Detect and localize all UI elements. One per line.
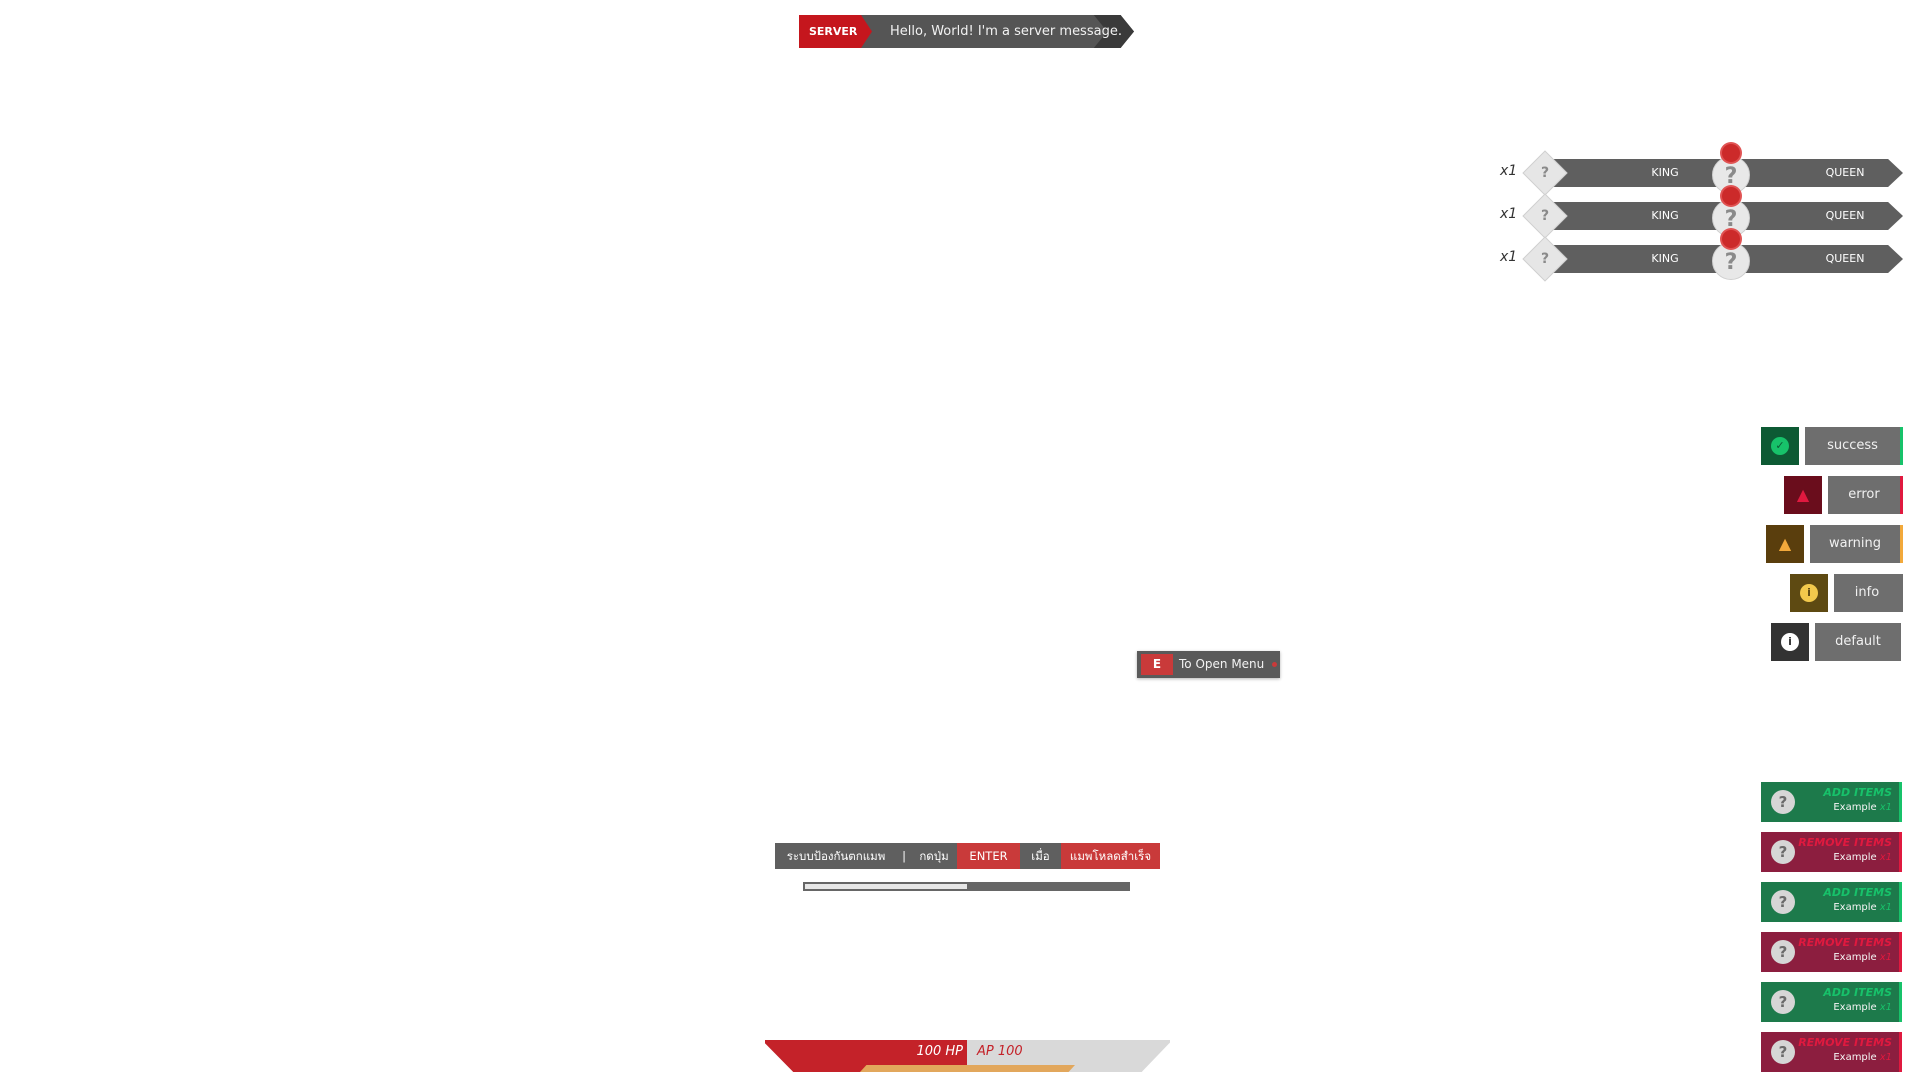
notification-label: success	[1805, 427, 1900, 465]
notification-label: default	[1815, 623, 1901, 661]
item-action: ADD ITEMS	[1823, 886, 1892, 899]
map-loading-banner: ระบบป้องกันตกแมพ | กดปุ่ม ENTER เมื่อ แม…	[775, 843, 1160, 869]
item-name: Example	[1833, 1052, 1877, 1063]
killer-name: KING	[1651, 166, 1679, 179]
remove-item-notification: ? REMOVE ITEMS Example x1	[1761, 832, 1902, 872]
item-detail: Example x1	[1833, 852, 1892, 863]
kill-count: x1	[1500, 163, 1518, 179]
item-quantity: x1	[1879, 852, 1892, 863]
info-circle-icon: i	[1771, 623, 1809, 661]
notification-accent	[1900, 427, 1903, 465]
kill-feed-row: x1 ? KING ? QUEEN	[1500, 187, 1905, 239]
notification-accent	[1900, 574, 1903, 612]
item-icon: ?	[1771, 990, 1795, 1014]
server-message-text: Hello, World! I'm a server message.	[890, 24, 1122, 39]
interaction-hint: E To Open Menu	[1137, 651, 1280, 678]
weapon-icon: ?	[1522, 236, 1568, 282]
notification-label: error	[1828, 476, 1900, 514]
weapon-icon: ?	[1522, 150, 1568, 196]
key-prompt: E	[1141, 654, 1173, 675]
notification-success: ✓ success	[1761, 427, 1903, 465]
health-text: 100 HP	[916, 1044, 963, 1059]
alert-triangle-icon: ▲	[1784, 476, 1822, 514]
hint-marker	[1272, 662, 1277, 667]
item-icon: ?	[1771, 840, 1795, 864]
notification-label: warning	[1810, 525, 1900, 563]
remove-item-notification: ? REMOVE ITEMS Example x1	[1761, 932, 1902, 972]
notification-info: i info	[1790, 574, 1903, 612]
item-name: Example	[1833, 802, 1877, 813]
kill-count: x1	[1500, 249, 1518, 265]
item-action: REMOVE ITEMS	[1798, 1036, 1892, 1049]
loading-progress-bar	[803, 882, 1130, 891]
notification-warning: ▲ warning	[1766, 525, 1903, 563]
headshot-icon	[1722, 230, 1740, 248]
item-action: REMOVE ITEMS	[1798, 836, 1892, 849]
banner-divider: |	[902, 849, 906, 863]
notification-error: ▲ error	[1784, 476, 1903, 514]
item-action: REMOVE ITEMS	[1798, 936, 1892, 949]
armor-bar	[860, 1065, 1075, 1072]
alert-triangle-icon: ▲	[1766, 525, 1804, 563]
victim-name: QUEEN	[1825, 209, 1865, 222]
item-icon: ?	[1771, 790, 1795, 814]
add-item-notification: ? ADD ITEMS Example x1	[1761, 982, 1902, 1022]
weapon-icon: ?	[1522, 193, 1568, 239]
item-name: Example	[1833, 952, 1877, 963]
item-name: Example	[1833, 1002, 1877, 1013]
check-circle-icon: ✓	[1761, 427, 1799, 465]
add-item-notification: ? ADD ITEMS Example x1	[1761, 882, 1902, 922]
item-name: Example	[1833, 852, 1877, 863]
loading-progress-fill	[805, 884, 967, 889]
notification-label: info	[1834, 574, 1900, 612]
kill-feed-row: x1 ? KING ? QUEEN	[1500, 230, 1905, 282]
killer-name: KING	[1651, 209, 1679, 222]
server-message: SERVER Hello, World! I'm a server messag…	[799, 15, 1134, 48]
item-quantity: x1	[1879, 1052, 1892, 1063]
banner-text: เมื่อ	[1031, 849, 1050, 863]
item-detail: Example x1	[1833, 802, 1892, 813]
victim-name: QUEEN	[1825, 166, 1865, 179]
map-loaded-label: แมพโหลดสำเร็จ	[1061, 843, 1160, 869]
banner-text: ระบบป้องกันตกแมพ	[786, 849, 886, 863]
kill-count: x1	[1500, 206, 1518, 222]
notification-accent	[1900, 525, 1903, 563]
item-quantity: x1	[1879, 1002, 1892, 1013]
item-quantity: x1	[1879, 902, 1892, 913]
enter-key-label: ENTER	[957, 843, 1020, 869]
banner-text: กดปุ่ม	[919, 849, 949, 863]
item-quantity: x1	[1879, 952, 1892, 963]
add-item-notification: ? ADD ITEMS Example x1	[1761, 782, 1902, 822]
victim-name: QUEEN	[1825, 252, 1865, 265]
info-circle-icon: i	[1790, 574, 1828, 612]
status-hud: 100 HP AP 100	[765, 1040, 1170, 1072]
item-detail: Example x1	[1833, 1052, 1892, 1063]
notification-default: i default	[1771, 623, 1903, 661]
item-icon: ?	[1771, 1040, 1795, 1064]
item-detail: Example x1	[1833, 952, 1892, 963]
item-name: Example	[1833, 902, 1877, 913]
armor-text: AP 100	[977, 1044, 1023, 1059]
item-action: ADD ITEMS	[1823, 786, 1892, 799]
headshot-icon	[1722, 187, 1740, 205]
item-quantity: x1	[1879, 802, 1892, 813]
item-detail: Example x1	[1833, 902, 1892, 913]
headshot-icon	[1722, 144, 1740, 162]
item-detail: Example x1	[1833, 1002, 1892, 1013]
killer-name: KING	[1651, 252, 1679, 265]
item-action: ADD ITEMS	[1823, 986, 1892, 999]
server-tag: SERVER	[799, 15, 872, 48]
item-icon: ?	[1771, 940, 1795, 964]
hint-text: To Open Menu	[1179, 657, 1265, 671]
kill-feed-row: x1 ? KING ? QUEEN	[1500, 144, 1905, 196]
remove-item-notification: ? REMOVE ITEMS Example x1	[1761, 1032, 1902, 1072]
notification-accent	[1900, 476, 1903, 514]
item-icon: ?	[1771, 890, 1795, 914]
